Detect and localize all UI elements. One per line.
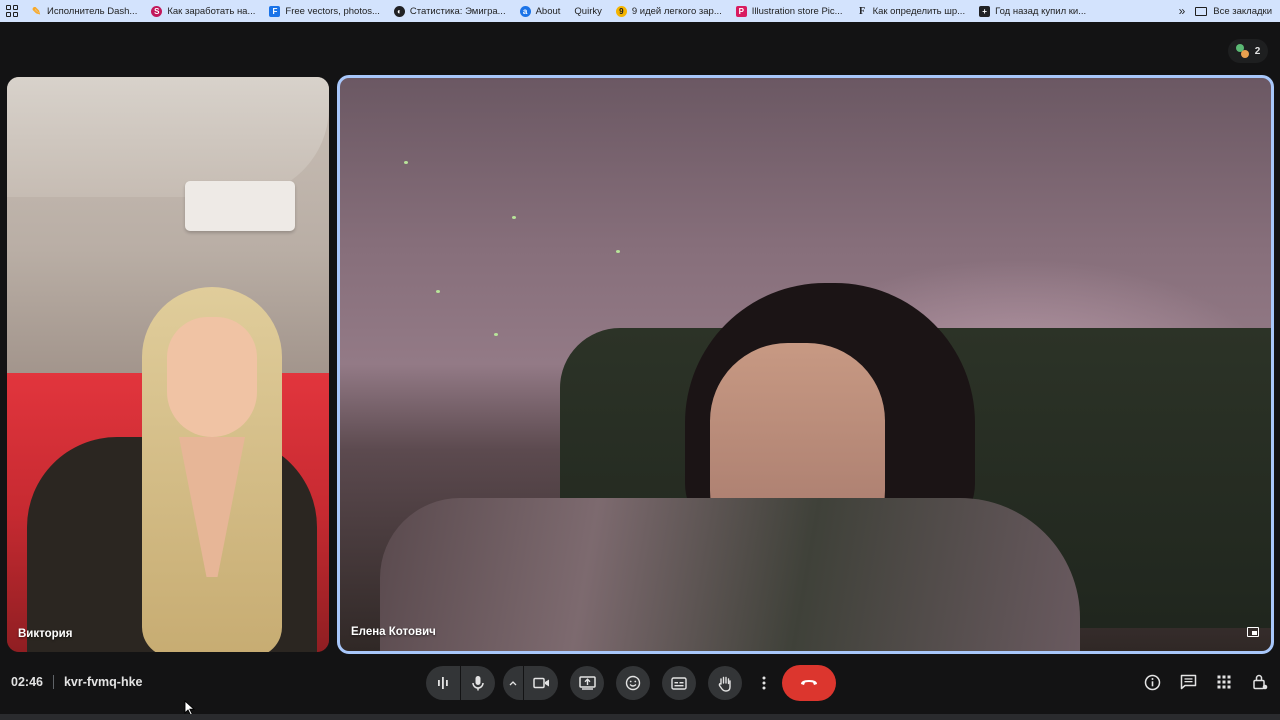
video-background: [494, 333, 498, 336]
more-vert-icon: [762, 676, 766, 690]
meeting-details: 02:46 kvr-fvmq-hke: [11, 675, 142, 689]
s-logo-icon: S: [151, 5, 163, 17]
bookmark-label: Исполнитель Dash...: [47, 5, 138, 17]
video-background: [512, 216, 516, 219]
side-panel-controls: [1142, 672, 1270, 692]
more-options-button[interactable]: [754, 666, 774, 700]
end-call-icon: [801, 680, 817, 685]
info-icon: [1144, 674, 1160, 690]
video-background: [616, 250, 620, 253]
folder-icon: [1195, 6, 1208, 16]
bookmark-item[interactable]: P Illustration store Pic...: [729, 0, 850, 22]
participants-avatars-icon: [1235, 44, 1250, 58]
f-text-icon: F: [859, 5, 866, 17]
divider: [52, 675, 54, 689]
host-controls-button[interactable]: [1250, 672, 1270, 692]
activities-grid-icon: [1217, 675, 1231, 689]
meeting-time: 02:46: [11, 675, 43, 689]
leave-call-button[interactable]: [782, 665, 836, 701]
bookmark-item[interactable]: 9 9 идей легкого зар...: [609, 0, 729, 22]
bookmark-label: Как определить шр...: [872, 5, 966, 17]
microphone-button[interactable]: [461, 666, 495, 700]
camera-options-button[interactable]: [503, 666, 523, 700]
captions-icon: [671, 676, 687, 690]
reactions-button[interactable]: [616, 666, 650, 700]
bookmark-item[interactable]: F Как определить шр...: [850, 0, 973, 22]
raise-hand-icon: [718, 676, 731, 692]
all-bookmarks-folder[interactable]: Все закладки: [1195, 6, 1280, 17]
meeting-details-button[interactable]: [1142, 672, 1162, 692]
video-tile-participant[interactable]: Виктория: [7, 77, 329, 652]
f-logo-icon: F: [269, 5, 281, 17]
chat-icon: [1180, 674, 1196, 690]
apps-grid-icon[interactable]: [6, 5, 18, 17]
bookmark-item[interactable]: Quirky: [567, 0, 608, 22]
bookmark-item[interactable]: F Free vectors, photos...: [262, 0, 387, 22]
video-background: [7, 77, 329, 197]
video-tile-active-speaker[interactable]: Елена Котович: [337, 75, 1274, 654]
bookmark-label: Как заработать на...: [167, 5, 256, 17]
plus-square-icon: +: [979, 5, 991, 17]
taskbar: [0, 714, 1280, 720]
globe-icon: ◐: [393, 5, 405, 17]
pic-logo-icon: P: [735, 5, 747, 17]
captions-button[interactable]: [662, 666, 696, 700]
camera-button[interactable]: [524, 666, 558, 700]
participant-name: Елена Котович: [351, 626, 436, 638]
present-screen-icon: [578, 676, 596, 690]
host-controls-icon: [1253, 674, 1268, 690]
audio-levels-icon: [438, 677, 448, 689]
call-controls: [426, 665, 848, 701]
bookmark-label: Free vectors, photos...: [285, 5, 380, 17]
present-screen-button[interactable]: [570, 666, 604, 700]
participants-count: 2: [1254, 45, 1261, 57]
participants-button[interactable]: 2: [1228, 39, 1268, 63]
participant-video: [167, 317, 257, 437]
pen-icon: ✎: [31, 5, 42, 18]
chevron-up-icon: [509, 681, 517, 686]
audio-levels-button[interactable]: [426, 666, 460, 700]
raise-hand-button[interactable]: [708, 666, 742, 700]
bookmark-item[interactable]: S Как заработать на...: [144, 0, 262, 22]
all-bookmarks-label: Все закладки: [1213, 5, 1272, 17]
activities-button[interactable]: [1214, 672, 1234, 692]
bookmark-item[interactable]: + Год назад купил ки...: [972, 0, 1093, 22]
microphone-icon: [472, 676, 484, 691]
bookmark-label: 9 идей легкого зар...: [631, 5, 722, 17]
emoji-icon: [625, 675, 641, 691]
participant-name: Виктория: [18, 628, 73, 640]
bookmark-item[interactable]: a About: [513, 0, 568, 22]
bookmark-label: Статистика: Эмигра...: [409, 5, 506, 17]
video-background: [404, 161, 408, 164]
bookmark-item[interactable]: ✎ Исполнитель Dash...: [24, 0, 144, 22]
bookmark-label: Illustration store Pic...: [751, 5, 843, 17]
bookmark-label: Год назад купил ки...: [995, 5, 1087, 17]
meeting-code: kvr-fvmq-hke: [63, 675, 143, 689]
video-background: [185, 181, 295, 231]
video-background: [380, 498, 1080, 651]
bookmark-item[interactable]: ◐ Статистика: Эмигра...: [387, 0, 513, 22]
camera-icon: [532, 677, 549, 689]
bookmark-label: Quirky: [574, 5, 602, 17]
about-logo-icon: a: [519, 5, 531, 17]
yellow-circle-icon: 9: [615, 5, 627, 17]
bookmarks-bar: ✎ Исполнитель Dash... S Как заработать н…: [0, 0, 1280, 22]
picture-in-picture-icon[interactable]: [1247, 627, 1259, 637]
video-background: [436, 290, 440, 293]
bookmarks-more-button[interactable]: »: [1169, 4, 1196, 18]
bookmark-label: About: [535, 5, 561, 17]
chat-button[interactable]: [1178, 672, 1198, 692]
